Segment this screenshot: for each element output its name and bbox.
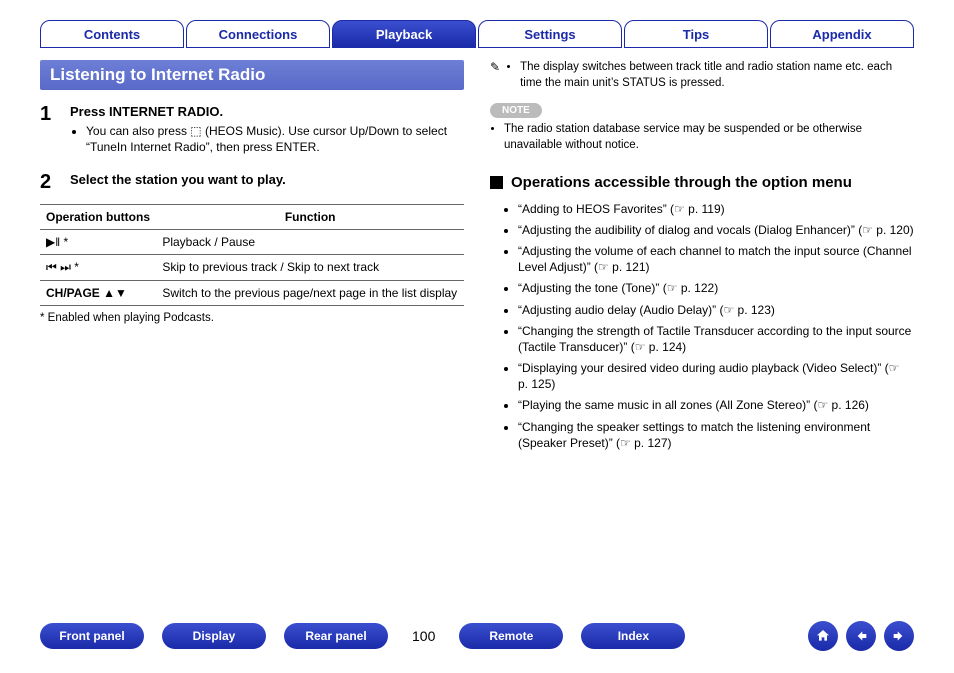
home-button[interactable]	[808, 621, 838, 651]
next-page-button[interactable]	[884, 621, 914, 651]
tab-playback[interactable]: Playback	[332, 20, 476, 48]
option-item: “Changing the strength of Tactile Transd…	[518, 323, 914, 355]
operations-table: Operation buttons Function ▶‖ * Playback…	[40, 204, 464, 306]
bottom-front-panel[interactable]: Front panel	[40, 623, 144, 649]
page-ref-link[interactable]: p. 125	[518, 377, 551, 391]
btn-chpage: CH/PAGE ▲▼	[46, 286, 127, 300]
table-row: ⏮ ⏭ * Skip to previous track / Skip to n…	[40, 255, 464, 281]
note-text: The radio station database service may b…	[504, 122, 914, 153]
option-item: “Changing the speaker settings to match …	[518, 419, 914, 451]
tab-connections[interactable]: Connections	[186, 20, 330, 48]
option-item: “Adjusting the volume of each channel to…	[518, 243, 914, 275]
option-menu-heading: Operations accessible through the option…	[490, 173, 914, 193]
page-link-icon: ☞	[862, 223, 876, 237]
page-link-icon: ☞	[635, 340, 649, 354]
btn-play-pause: ▶‖ *	[46, 235, 68, 249]
right-column: ✎ The display switches between track tit…	[490, 60, 914, 456]
option-item: “Adding to HEOS Favorites” (☞ p. 119)	[518, 201, 914, 217]
square-bullet-icon	[490, 176, 503, 189]
step-1-number: 1	[40, 104, 58, 158]
bottom-remote[interactable]: Remote	[459, 623, 563, 649]
prev-page-button[interactable]	[846, 621, 876, 651]
page-ref-link[interactable]: p. 127	[634, 436, 667, 450]
page-ref-link[interactable]: p. 126	[832, 398, 865, 412]
option-item: “Adjusting audio delay (Audio Delay)” (☞…	[518, 302, 914, 318]
step-2-number: 2	[40, 172, 58, 192]
arrow-left-icon	[853, 628, 869, 644]
step-2: 2 Select the station you want to play.	[40, 172, 464, 192]
tab-contents[interactable]: Contents	[40, 20, 184, 48]
fn-play-pause: Playback / Pause	[156, 230, 464, 255]
tab-settings[interactable]: Settings	[478, 20, 622, 48]
table-footnote: * Enabled when playing Podcasts.	[40, 312, 464, 324]
pencil-icon: ✎	[490, 60, 500, 74]
page-link-icon: ☞	[667, 281, 681, 295]
bottom-rear-panel[interactable]: Rear panel	[284, 623, 388, 649]
top-tab-bar: Contents Connections Playback Settings T…	[40, 0, 914, 48]
page-ref-link[interactable]: p. 122	[681, 281, 714, 295]
page-ref-link[interactable]: p. 121	[612, 260, 645, 274]
option-item: “Displaying your desired video during au…	[518, 360, 914, 392]
page-link-icon: ☞	[620, 436, 634, 450]
bottom-index[interactable]: Index	[581, 623, 685, 649]
tab-appendix[interactable]: Appendix	[770, 20, 914, 48]
bottom-display[interactable]: Display	[162, 623, 266, 649]
page-link-icon: ☞	[723, 303, 737, 317]
step-1: 1 Press INTERNET RADIO. You can also pre…	[40, 104, 464, 158]
bottom-bar: Front panel Display Rear panel 100 Remot…	[40, 621, 914, 651]
option-menu-heading-text: Operations accessible through the option…	[511, 173, 852, 193]
page-link-icon: ☞	[598, 260, 612, 274]
page-ref-link[interactable]: p. 120	[876, 223, 909, 237]
left-column: Listening to Internet Radio 1 Press INTE…	[40, 60, 464, 456]
tab-tips[interactable]: Tips	[624, 20, 768, 48]
option-item: “Adjusting the tone (Tone)” (☞ p. 122)	[518, 280, 914, 296]
page-link-icon: ☞	[674, 202, 688, 216]
page-number: 100	[406, 628, 441, 644]
table-head-buttons: Operation buttons	[40, 205, 156, 230]
page-ref-link[interactable]: p. 124	[649, 340, 682, 354]
option-menu-list: “Adding to HEOS Favorites” (☞ p. 119) “Ad…	[490, 201, 914, 451]
table-row: ▶‖ * Playback / Pause	[40, 230, 464, 255]
page-ref-link[interactable]: p. 119	[688, 202, 720, 216]
step-2-title: Select the station you want to play.	[70, 172, 464, 187]
table-head-function: Function	[156, 205, 464, 230]
fn-skip: Skip to previous track / Skip to next tr…	[156, 255, 464, 281]
arrow-right-icon	[891, 628, 907, 644]
option-item: “Playing the same music in all zones (Al…	[518, 397, 914, 413]
note-badge: NOTE	[490, 103, 542, 118]
step-1-bullet: You can also press ⬚ (HEOS Music). Use c…	[86, 123, 464, 155]
section-title: Listening to Internet Radio	[40, 60, 464, 90]
page-link-icon: ☞	[817, 398, 831, 412]
table-row: CH/PAGE ▲▼ Switch to the previous page/n…	[40, 281, 464, 306]
option-item: “Adjusting the audibility of dialog and …	[518, 222, 914, 238]
display-switch-note: The display switches between track title…	[520, 60, 914, 91]
step-1-title: Press INTERNET RADIO.	[70, 104, 464, 119]
page-link-icon: ☞	[889, 361, 900, 375]
btn-skip: ⏮ ⏭ *	[46, 260, 79, 274]
fn-chpage: Switch to the previous page/next page in…	[156, 281, 464, 306]
page-ref-link[interactable]: p. 123	[738, 303, 771, 317]
home-icon	[815, 628, 831, 644]
